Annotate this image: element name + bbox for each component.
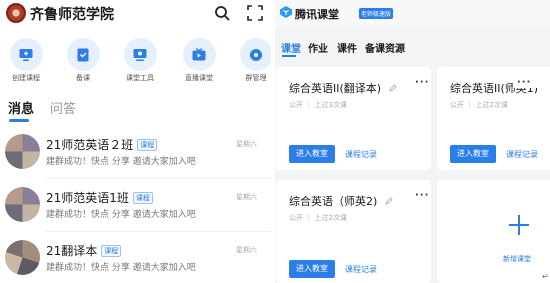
school-app-panel: 齐鲁师范学院 创建课程 备课 课堂工具 直播课堂 群管理 消息 问答 21师范英… xyxy=(0,0,271,283)
course-record-link[interactable]: 课程记录 xyxy=(345,264,377,275)
more-icon[interactable]: ··· xyxy=(513,77,544,88)
course-badge: 课程 xyxy=(132,192,153,204)
school-logo xyxy=(6,3,26,23)
app-header: 腾讯课堂 老师极速版 xyxy=(275,0,550,27)
message-time: 星期六 xyxy=(236,193,257,201)
edit-icon[interactable] xyxy=(388,84,397,92)
enter-classroom-button[interactable]: 进入教室 xyxy=(289,145,335,163)
message-tabs: 消息 问答 xyxy=(0,98,271,122)
app-label: 群管理 xyxy=(245,74,267,82)
avatar xyxy=(5,187,40,222)
course-badge: 课程 xyxy=(137,139,158,151)
divider xyxy=(46,178,271,179)
message-title: 21师范英语２班 xyxy=(46,138,134,152)
edition-badge: 老师极速版 xyxy=(359,8,394,19)
edit-icon[interactable] xyxy=(385,197,393,205)
course-record-link[interactable]: 课程记录 xyxy=(506,149,538,160)
course-title: 综合英语II(翻译本) xyxy=(289,82,382,95)
course-card[interactable]: 综合英语II(师英1) ··· 公开 ｜ 上过2次课 进入教室 课程记录 xyxy=(437,67,550,170)
tab-messages[interactable]: 消息 xyxy=(8,98,34,117)
create-course-icon xyxy=(19,48,33,61)
tab-lesson-resources[interactable]: 备课资源 xyxy=(365,40,405,55)
app-prepare-lesson[interactable]: 备课 xyxy=(55,38,111,83)
school-header: 齐鲁师范学院 xyxy=(0,0,271,28)
classroom-tools-icon xyxy=(133,48,147,61)
message-time: 星期六 xyxy=(236,246,257,254)
app-live-class[interactable]: 直播课堂 xyxy=(171,38,227,83)
enter-classroom-button[interactable]: 进入教室 xyxy=(289,260,335,278)
course-meta: 公开 ｜ 上过2次课 xyxy=(289,214,347,222)
app-label: 直播课堂 xyxy=(185,74,213,82)
course-title: 综合英语（师英2) xyxy=(289,195,378,208)
group-manage-icon xyxy=(250,48,262,61)
plus-icon xyxy=(509,215,529,235)
app-name: 腾讯课堂 xyxy=(295,8,339,21)
course-card[interactable]: 综合英语（师英2) ··· 公开 ｜ 上过2次课 进入教室 课程记录 xyxy=(276,180,431,283)
more-icon[interactable]: ··· xyxy=(415,190,429,201)
tab-homework[interactable]: 作业 xyxy=(308,40,328,55)
app-label: 备课 xyxy=(76,74,90,82)
school-name: 齐鲁师范学院 xyxy=(30,7,114,23)
list-item[interactable]: 21师范英语1班 课程 建群成功！快点 分享 邀请大家加入吧 星期六 xyxy=(0,181,271,233)
active-tab-indicator xyxy=(282,55,296,57)
new-classroom-card[interactable]: 新增课堂 xyxy=(437,180,550,283)
enter-classroom-button[interactable]: 进入教室 xyxy=(450,145,496,163)
app-group-manage[interactable]: 群管理 xyxy=(228,38,271,83)
new-classroom-label: 新增课堂 xyxy=(503,255,531,263)
app-create-course[interactable]: 创建课程 xyxy=(0,38,54,83)
list-item[interactable]: 21师范英语２班 课程 建群成功！快点 分享 邀请大家加入吧 星期六 xyxy=(0,128,271,180)
tab-courseware[interactable]: 课件 xyxy=(337,40,357,55)
course-meta: 公开 ｜ 上过2次课 xyxy=(450,101,508,109)
course-badge: 课程 xyxy=(101,245,122,257)
message-title: 21翻译本 xyxy=(46,244,98,258)
divider xyxy=(46,231,271,232)
quick-apps: 创建课程 备课 课堂工具 直播课堂 群管理 xyxy=(0,38,271,86)
live-class-icon xyxy=(192,47,206,60)
list-item[interactable]: 21翻译本 课程 建群成功！快点 分享 邀请大家加入吧 星期六 xyxy=(0,234,271,283)
course-card[interactable]: 综合英语II(翻译本) ··· 公开 ｜ 上过3次课 进入教室 课程记录 xyxy=(276,67,431,170)
prepare-lesson-icon xyxy=(77,48,89,61)
message-subtitle: 建群成功！快点 分享 邀请大家加入吧 xyxy=(46,157,196,167)
course-meta: 公开 ｜ 上过3次课 xyxy=(289,101,347,109)
avatar xyxy=(5,134,40,169)
course-record-link[interactable]: 课程记录 xyxy=(345,149,377,160)
tencent-classroom-logo-icon xyxy=(280,6,292,18)
expand-icon[interactable] xyxy=(247,5,263,21)
message-subtitle: 建群成功！快点 分享 邀请大家加入吧 xyxy=(46,210,196,220)
app-label: 创建课程 xyxy=(12,74,40,82)
app-classroom-tools[interactable]: 课堂工具 xyxy=(112,38,168,83)
message-title: 21师范英语1班 xyxy=(46,191,129,205)
tencent-classroom-panel: 腾讯课堂 老师极速版 课堂 作业 课件 备课资源 综合英语II(翻译本) ···… xyxy=(275,0,550,283)
active-tab-indicator xyxy=(9,119,29,122)
return-mark: ↵ xyxy=(542,272,549,281)
tab-qa[interactable]: 问答 xyxy=(50,98,76,117)
search-icon[interactable] xyxy=(214,5,230,21)
main-nav: 课堂 作业 课件 备课资源 xyxy=(275,36,550,58)
app-label: 课堂工具 xyxy=(126,74,154,82)
tab-classroom[interactable]: 课堂 xyxy=(281,40,301,55)
avatar xyxy=(5,240,40,275)
more-icon[interactable]: ··· xyxy=(415,77,429,88)
message-subtitle: 建群成功！快点 分享 邀请大家加入吧 xyxy=(46,263,196,273)
message-time: 星期六 xyxy=(236,140,257,148)
